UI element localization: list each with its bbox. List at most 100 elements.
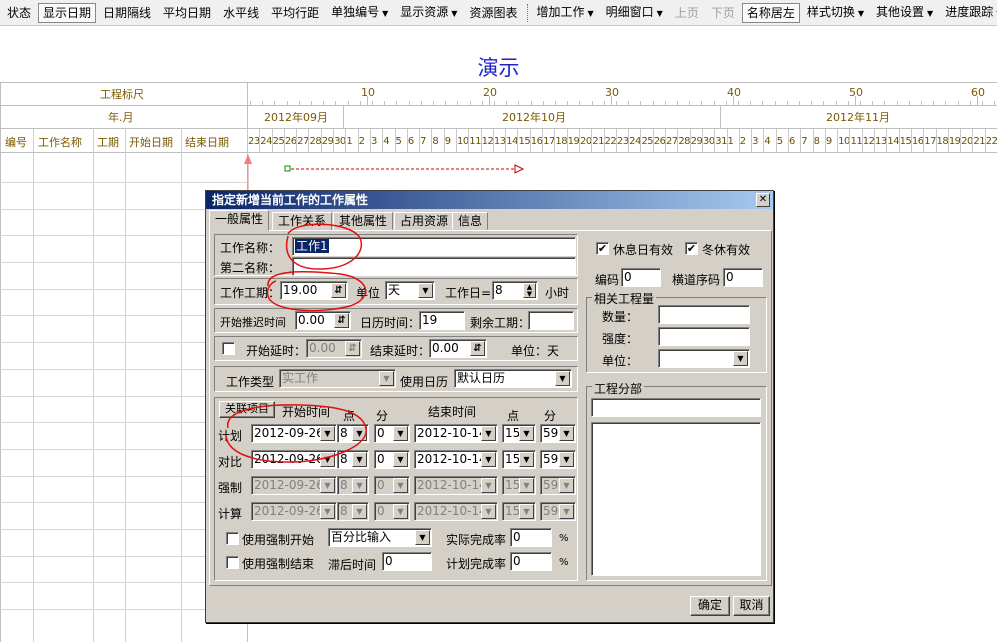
chevron-down-icon[interactable]: ▼ (519, 426, 534, 441)
chevron-down-icon[interactable]: ▼ (320, 426, 335, 441)
start-minute-select[interactable]: 0 ▼ (374, 424, 410, 443)
workday-input[interactable]: 8 ▲ ▼ (492, 281, 538, 300)
plan-rate-input[interactable]: 0 (510, 552, 552, 571)
chevron-down-icon[interactable]: ▼ (927, 9, 933, 18)
chevron-down-icon[interactable]: ▼ (587, 9, 593, 18)
end-delay-input[interactable]: 0.00 ⇵ (429, 339, 487, 358)
linked-project-button[interactable]: 关联项目 (219, 401, 275, 418)
tab-other[interactable]: 其他属性 (333, 212, 394, 230)
start-date-select[interactable]: 2012-09-26 ▼ (251, 424, 337, 443)
toolbar-button[interactable]: 平均日期 (158, 3, 216, 23)
chevron-down-icon[interactable]: ▼ (559, 426, 574, 441)
toolbar-button[interactable]: 样式切换 ▼ (802, 2, 869, 24)
qty-input[interactable] (658, 305, 750, 324)
workday-spin-icon[interactable]: ▲ ▼ (523, 283, 536, 298)
winter-checkbox[interactable]: ✔ (685, 242, 698, 255)
calendar-time-input[interactable]: 19 (419, 311, 465, 330)
end-hour-select[interactable]: 15 ▼ (502, 502, 536, 521)
toolbar-button[interactable]: 其他设置 ▼ (871, 2, 938, 24)
lag-input[interactable]: 0 (382, 552, 432, 571)
end-date-select[interactable]: 2012-10-14 ▼ (414, 424, 498, 443)
unit-select[interactable]: 天 ▼ (385, 281, 435, 300)
start-minute-select[interactable]: 0 ▼ (374, 502, 410, 521)
chevron-down-icon[interactable]: ▼ (352, 426, 367, 441)
chevron-down-icon[interactable]: ▼ (320, 452, 335, 467)
toolbar-button[interactable]: 显示资源 ▼ (395, 2, 462, 24)
start-date-select[interactable]: 2012-09-26 ▼ (251, 476, 337, 495)
chevron-down-icon[interactable]: ▼ (481, 452, 496, 467)
start-minute-select[interactable]: 0 ▼ (374, 476, 410, 495)
toolbar-button[interactable]: 平均行距 (266, 3, 324, 23)
toolbar-button[interactable]: 水平线 (218, 3, 264, 23)
chevron-down-icon[interactable]: ▼ (382, 9, 388, 18)
start-hour-select[interactable]: 8 ▼ (337, 450, 369, 469)
toolbar-button[interactable]: 进度跟踪▼ (940, 2, 997, 24)
toolbar-button[interactable]: 单独编号 ▼ (326, 2, 393, 24)
remaining-input[interactable] (528, 311, 574, 330)
toolbar-button[interactable]: 明细窗口 ▼ (601, 2, 668, 24)
chevron-down-icon[interactable]: ▼ (418, 283, 433, 298)
chevron-down-icon[interactable]: ▼ (320, 478, 335, 493)
chevron-down-icon[interactable]: ▼ (733, 351, 748, 366)
toolbar-button[interactable]: 上页 (670, 3, 704, 23)
chevron-down-icon[interactable]: ▼ (393, 426, 408, 441)
chevron-down-icon[interactable]: ▼ (481, 478, 496, 493)
ok-button[interactable]: 确定 (690, 596, 730, 616)
division-list[interactable] (591, 422, 761, 576)
chevron-down-icon[interactable]: ▼ (393, 478, 408, 493)
end-delay-spin-icon[interactable]: ⇵ (470, 341, 485, 356)
force-start-checkbox[interactable] (226, 532, 239, 545)
division-input[interactable] (591, 398, 761, 417)
strength-input[interactable] (658, 327, 750, 346)
start-delay-input[interactable]: 0.00 ⇵ (306, 339, 362, 358)
start-hour-select[interactable]: 8 ▼ (337, 424, 369, 443)
duration-input[interactable]: 19.00 ⇵ (280, 281, 348, 300)
toolbar-button[interactable]: 增加工作 ▼ (531, 2, 598, 24)
chevron-down-icon[interactable]: ▼ (481, 504, 496, 519)
tab-info[interactable]: 信息 (452, 212, 489, 230)
calendar-select[interactable]: 默认日历 ▼ (454, 369, 572, 388)
end-hour-select[interactable]: 15 ▼ (502, 450, 536, 469)
percent-input-select[interactable]: 百分比输入 ▼ (328, 528, 432, 547)
chevron-down-icon[interactable]: ▼ (393, 452, 408, 467)
force-end-checkbox[interactable] (226, 556, 239, 569)
end-date-select[interactable]: 2012-10-14 ▼ (414, 450, 498, 469)
chevron-down-icon[interactable]: ▼ (481, 426, 496, 441)
work-name-input[interactable]: 工作1 (292, 237, 576, 256)
end-date-select[interactable]: 2012-10-14 ▼ (414, 502, 498, 521)
delay-spin-icon[interactable]: ⇵ (334, 313, 349, 328)
duration-spin-icon[interactable]: ⇵ (331, 283, 346, 298)
end-minute-select[interactable]: 59 ▼ (540, 502, 576, 521)
end-minute-select[interactable]: 59 ▼ (540, 476, 576, 495)
chevron-down-icon[interactable]: ▼ (379, 371, 394, 386)
chevron-down-icon[interactable]: ▼ (519, 478, 534, 493)
chevron-down-icon[interactable]: ▼ (352, 452, 367, 467)
chevron-down-icon[interactable]: ▼ (352, 504, 367, 519)
end-minute-select[interactable]: 59 ▼ (540, 450, 576, 469)
delay-checkbox[interactable] (222, 342, 235, 355)
chevron-down-icon[interactable]: ▼ (555, 371, 570, 386)
chevron-down-icon[interactable]: ▼ (858, 9, 864, 18)
start-minute-select[interactable]: 0 ▼ (374, 450, 410, 469)
close-icon[interactable]: ✕ (756, 193, 770, 207)
start-hour-select[interactable]: 8 ▼ (337, 502, 369, 521)
qty-unit-select[interactable]: ▼ (658, 349, 750, 368)
actual-rate-input[interactable]: 0 (510, 528, 552, 547)
bar-order-input[interactable]: 0 (723, 268, 763, 287)
toolbar-button[interactable]: 日期隔线 (98, 3, 156, 23)
tab-general[interactable]: 一般属性 (209, 210, 270, 231)
start-hour-select[interactable]: 8 ▼ (337, 476, 369, 495)
start-date-select[interactable]: 2012-09-26 ▼ (251, 502, 337, 521)
delay-input[interactable]: 0.00 ⇵ (295, 311, 351, 330)
end-minute-select[interactable]: 59 ▼ (540, 424, 576, 443)
tab-resources[interactable]: 占用资源 (394, 212, 455, 230)
end-hour-select[interactable]: 15 ▼ (502, 424, 536, 443)
toolbar-button[interactable]: 显示日期 (38, 2, 97, 23)
type-select[interactable]: 实工作 ▼ (279, 369, 396, 388)
chevron-down-icon[interactable]: ▼ (519, 504, 534, 519)
toolbar-button[interactable]: 名称居左 (741, 2, 800, 23)
code-input[interactable]: 0 (621, 268, 661, 287)
chevron-down-icon[interactable]: ▼ (559, 452, 574, 467)
start-date-select[interactable]: 2012-09-26 ▼ (251, 450, 337, 469)
tab-relations[interactable]: 工作关系 (272, 212, 333, 230)
